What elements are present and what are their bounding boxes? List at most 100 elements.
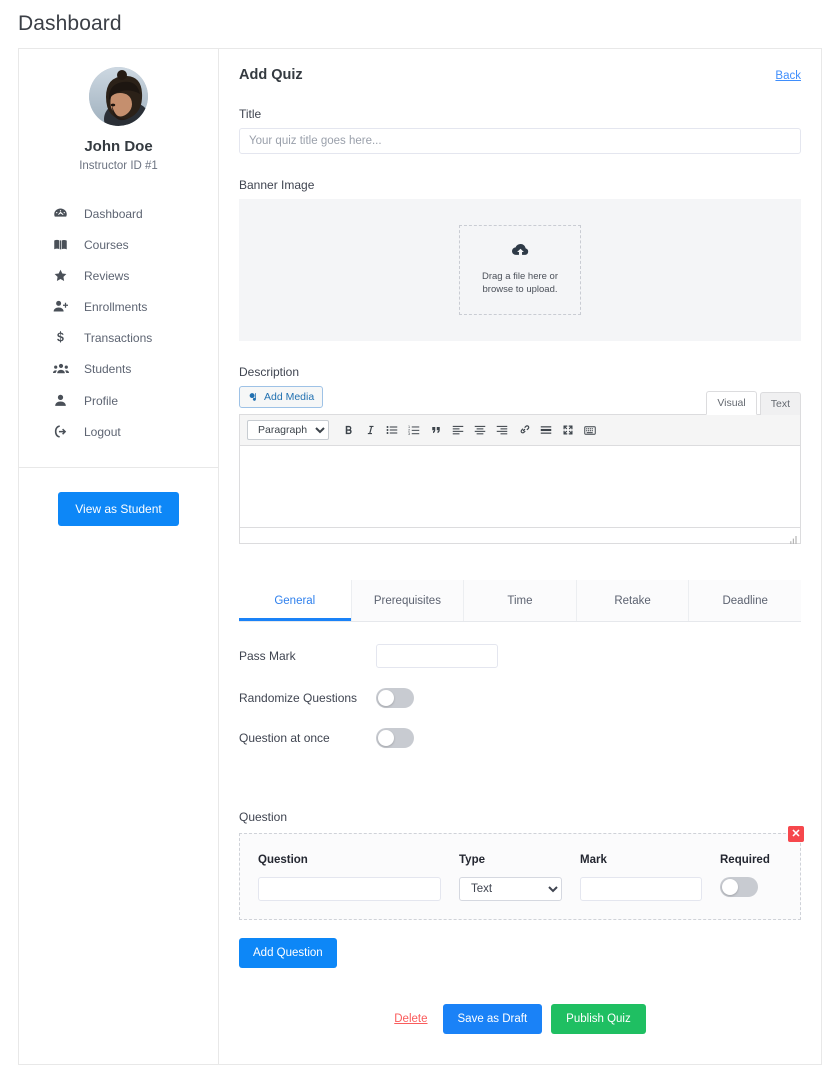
sidebar-item-label: Dashboard (84, 206, 143, 221)
banner-image-area: Drag a file here or browse to upload. (239, 199, 801, 341)
main-header: Add Quiz Back (239, 67, 801, 83)
align-left-icon[interactable] (449, 421, 467, 439)
tab-deadline[interactable]: Deadline (689, 580, 801, 621)
quiz-title-input[interactable] (239, 128, 801, 154)
settings-tabs: General Prerequisites Time Retake Deadli… (239, 580, 801, 622)
link-icon[interactable] (515, 421, 533, 439)
bulleted-list-icon[interactable] (383, 421, 401, 439)
user-plus-icon (53, 299, 73, 314)
logout-icon (53, 424, 73, 439)
avatar-wrapper (19, 67, 218, 126)
book-icon (53, 237, 73, 252)
description-editor: Add Media Visual Text Paragraph 123 (239, 386, 801, 544)
question-column-header: Question (258, 854, 308, 866)
italic-icon[interactable] (361, 421, 379, 439)
tab-retake[interactable]: Retake (576, 580, 690, 621)
sidebar-item-transactions[interactable]: Transactions (19, 322, 218, 353)
avatar (89, 67, 148, 126)
sidebar-item-label: Enrollments (84, 299, 148, 314)
question-section-label: Question (239, 810, 288, 824)
dollar-icon (53, 330, 73, 345)
description-label: Description (239, 365, 300, 379)
toolbar-toggle-icon[interactable] (581, 421, 599, 439)
question-row: Question Type Text Mark Required (258, 854, 782, 901)
mark-column: Mark (580, 854, 702, 901)
sidebar-item-students[interactable]: Students (19, 353, 218, 385)
view-as-student-wrapper: View as Student (19, 468, 218, 526)
question-at-once-toggle[interactable] (376, 728, 414, 748)
align-center-icon[interactable] (471, 421, 489, 439)
editor-toolbar: Paragraph 123 (239, 415, 801, 446)
tab-prerequisites[interactable]: Prerequisites (351, 580, 465, 621)
editor-topbar: Add Media Visual Text (239, 386, 801, 415)
media-icon (248, 392, 259, 403)
fullscreen-icon[interactable] (559, 421, 577, 439)
dashboard-layout: John Doe Instructor ID #1 Dashboard Cour… (18, 48, 822, 1065)
sidebar-item-reviews[interactable]: Reviews (19, 260, 218, 291)
main-content: Add Quiz Back Title Banner Image Drag a … (219, 49, 821, 1064)
user-instructor-id: Instructor ID #1 (79, 160, 158, 172)
required-column: Required (720, 854, 782, 897)
blockquote-icon[interactable] (427, 421, 445, 439)
bold-icon[interactable] (339, 421, 357, 439)
resize-handle-icon[interactable] (788, 532, 798, 544)
randomize-questions-row: Randomize Questions (239, 688, 801, 708)
question-at-once-row: Question at once (239, 728, 801, 748)
randomize-questions-toggle[interactable] (376, 688, 414, 708)
question-text-input[interactable] (258, 877, 441, 901)
question-at-once-label: Question at once (239, 731, 330, 745)
pass-mark-input[interactable] (376, 644, 498, 668)
delete-link[interactable]: Delete (394, 1013, 427, 1025)
pass-mark-label: Pass Mark (239, 649, 296, 663)
title-label: Title (239, 107, 262, 121)
sidebar-item-label: Transactions (84, 330, 153, 345)
publish-quiz-button[interactable]: Publish Quiz (551, 1004, 646, 1034)
type-column: Type Text (459, 854, 562, 901)
sidebar-item-enrollments[interactable]: Enrollments (19, 291, 218, 322)
pass-mark-row: Pass Mark (239, 644, 801, 668)
sidebar-item-label: Courses (84, 237, 129, 252)
question-required-toggle[interactable] (720, 877, 758, 897)
randomize-questions-label: Randomize Questions (239, 691, 358, 705)
sidebar-item-label: Logout (84, 424, 121, 439)
tab-general[interactable]: General (239, 580, 352, 621)
toggle-knob (378, 730, 394, 746)
description-textarea[interactable] (239, 446, 801, 528)
sidebar-item-courses[interactable]: Courses (19, 229, 218, 260)
star-icon (53, 268, 73, 283)
sidebar-item-label: Reviews (84, 268, 130, 283)
back-link[interactable]: Back (775, 70, 801, 82)
svg-text:3: 3 (408, 432, 410, 436)
numbered-list-icon[interactable]: 123 (405, 421, 423, 439)
tab-visual[interactable]: Visual (706, 391, 757, 415)
type-column-header: Type (459, 854, 485, 866)
users-icon (53, 361, 73, 377)
add-question-button[interactable]: Add Question (239, 938, 337, 968)
banner-dropzone[interactable]: Drag a file here or browse to upload. (459, 225, 581, 315)
toggle-knob (722, 879, 738, 895)
question-type-select[interactable]: Text (459, 877, 562, 901)
banner-dropzone-text: Drag a file here or browse to upload. (481, 271, 559, 295)
page-title: Dashboard (18, 12, 122, 35)
cloud-upload-icon (511, 243, 529, 262)
sidebar-item-profile[interactable]: Profile (19, 385, 218, 416)
required-column-header: Required (720, 854, 770, 866)
read-more-icon[interactable] (537, 421, 555, 439)
tab-time[interactable]: Time (464, 580, 577, 621)
sidebar-item-dashboard[interactable]: Dashboard (19, 198, 218, 229)
avatar-image (89, 67, 148, 126)
view-as-student-button[interactable]: View as Student (58, 492, 179, 526)
tab-text[interactable]: Text (759, 392, 801, 415)
paragraph-format-select[interactable]: Paragraph (247, 420, 329, 440)
close-icon[interactable]: ✕ (788, 826, 804, 842)
sidebar-item-logout[interactable]: Logout (19, 416, 218, 447)
question-mark-input[interactable] (580, 877, 702, 901)
editor-statusbar (239, 528, 801, 544)
general-panel: Pass Mark Randomize Questions Question a… (239, 622, 801, 748)
save-as-draft-button[interactable]: Save as Draft (442, 1004, 543, 1034)
dashboard-icon (53, 206, 73, 221)
question-card: ✕ Question Type Text Mark Required (239, 826, 804, 920)
add-media-button[interactable]: Add Media (239, 386, 324, 408)
toggle-knob (378, 690, 394, 706)
align-right-icon[interactable] (493, 421, 511, 439)
